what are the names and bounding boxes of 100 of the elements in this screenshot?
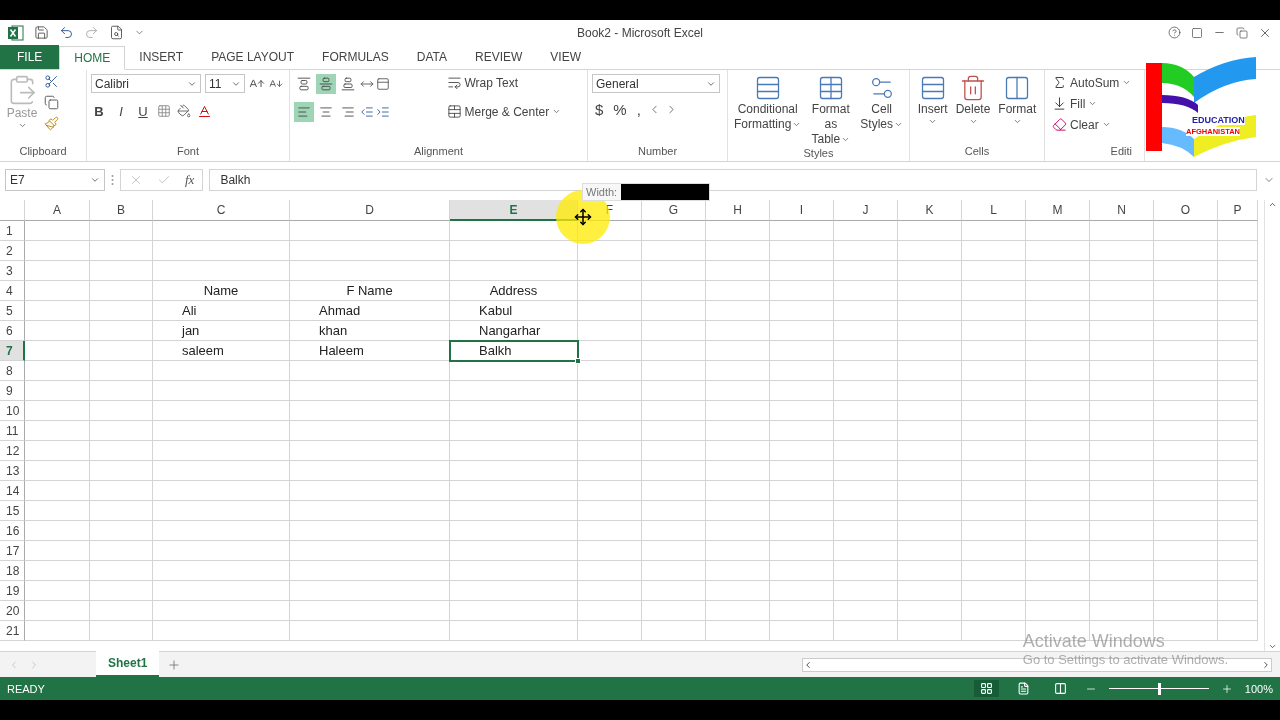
bold-button[interactable]: B (91, 101, 107, 121)
table-cell[interactable] (578, 381, 642, 401)
table-cell[interactable] (1090, 221, 1154, 241)
row-header[interactable]: 8 (0, 361, 25, 381)
table-cell[interactable] (706, 361, 770, 381)
table-cell[interactable] (90, 241, 153, 261)
table-cell[interactable] (450, 461, 578, 481)
table-cell[interactable] (290, 421, 450, 441)
row-header[interactable]: 5 (0, 301, 25, 321)
table-cell[interactable] (450, 241, 578, 261)
ribbon-tab[interactable]: REVIEW (461, 45, 537, 69)
table-cell[interactable] (290, 401, 450, 421)
table-cell[interactable] (770, 441, 834, 461)
scroll-right-icon[interactable] (1261, 659, 1271, 670)
table-cell[interactable] (25, 461, 90, 481)
table-cell[interactable] (450, 581, 578, 601)
table-cell[interactable] (153, 221, 290, 241)
table-cell[interactable] (450, 621, 578, 641)
table-cell[interactable] (1026, 521, 1090, 541)
table-cell[interactable] (706, 521, 770, 541)
increase-indent-icon[interactable] (376, 105, 390, 119)
table-cell[interactable] (706, 401, 770, 421)
table-cell[interactable] (1154, 341, 1218, 361)
ribbon-tab[interactable]: HOME (59, 46, 126, 70)
table-cell[interactable] (962, 261, 1026, 281)
table-cell[interactable] (706, 461, 770, 481)
table-cell[interactable] (1090, 561, 1154, 581)
table-cell[interactable] (25, 561, 90, 581)
table-cell[interactable] (642, 401, 706, 421)
table-cell[interactable] (898, 381, 962, 401)
table-cell[interactable] (25, 621, 90, 641)
table-cell[interactable] (898, 421, 962, 441)
table-cell[interactable] (642, 381, 706, 401)
row-header[interactable]: 16 (0, 521, 25, 541)
sheet-tab[interactable]: Sheet1 (96, 651, 160, 677)
table-cell[interactable] (962, 561, 1026, 581)
table-cell[interactable] (90, 301, 153, 321)
table-cell[interactable] (898, 281, 962, 301)
table-cell[interactable] (90, 541, 153, 561)
table-cell[interactable] (578, 321, 642, 341)
table-cell[interactable] (1154, 241, 1218, 261)
table-cell[interactable] (1154, 461, 1218, 481)
table-cell[interactable] (25, 421, 90, 441)
editing-button[interactable]: Fill (1049, 95, 1101, 112)
save-icon[interactable] (34, 25, 49, 40)
table-cell[interactable] (1154, 221, 1218, 241)
table-cell[interactable] (25, 281, 90, 301)
table-cell[interactable] (770, 561, 834, 581)
table-cell[interactable] (578, 501, 642, 521)
row-header[interactable]: 19 (0, 581, 25, 601)
table-cell[interactable] (1218, 321, 1258, 341)
table-cell[interactable] (898, 441, 962, 461)
table-cell[interactable] (1090, 481, 1154, 501)
table-cell[interactable] (642, 221, 706, 241)
table-cell[interactable] (898, 261, 962, 281)
paintbrush-icon[interactable] (44, 116, 59, 131)
table-cell[interactable] (1026, 381, 1090, 401)
vertical-align-button[interactable] (316, 74, 336, 94)
row-header[interactable]: 17 (0, 541, 25, 561)
table-cell[interactable] (642, 581, 706, 601)
table-cell[interactable] (25, 601, 90, 621)
table-cell[interactable] (642, 561, 706, 581)
table-cell[interactable] (898, 321, 962, 341)
table-cell[interactable] (962, 481, 1026, 501)
row-header[interactable]: 3 (0, 261, 25, 281)
table-cell[interactable] (1026, 341, 1090, 361)
table-cell[interactable] (706, 621, 770, 641)
table-cell[interactable] (290, 521, 450, 541)
table-cell[interactable] (578, 541, 642, 561)
table-cell[interactable] (898, 481, 962, 501)
table-cell[interactable] (25, 401, 90, 421)
table-cell[interactable] (1218, 341, 1258, 361)
table-cell[interactable] (770, 421, 834, 441)
table-cell[interactable] (1090, 381, 1154, 401)
table-cell[interactable] (642, 461, 706, 481)
table-cell[interactable] (642, 281, 706, 301)
table-cell[interactable] (770, 541, 834, 561)
wrap-text-button[interactable]: Wrap Text (443, 74, 522, 91)
table-cell[interactable] (1154, 501, 1218, 521)
table-cell[interactable] (834, 381, 898, 401)
table-cell[interactable] (1090, 361, 1154, 381)
table-cell[interactable] (90, 281, 153, 301)
table-cell[interactable] (1154, 401, 1218, 421)
table-cell[interactable] (578, 341, 642, 361)
view-button[interactable] (973, 680, 999, 697)
table-cell[interactable] (1218, 441, 1258, 461)
table-cell[interactable] (898, 541, 962, 561)
ribbon-tab[interactable]: INSERT (125, 45, 198, 69)
column-header[interactable]: J (834, 200, 898, 221)
row-header[interactable]: 4 (0, 281, 25, 301)
table-cell[interactable] (1026, 261, 1090, 281)
table-cell[interactable] (153, 361, 290, 381)
table-cell[interactable] (1218, 481, 1258, 501)
cells-button[interactable]: Delete (953, 74, 993, 145)
cut-icon[interactable] (44, 74, 59, 89)
table-cell[interactable] (898, 361, 962, 381)
table-cell[interactable]: khan (290, 321, 450, 341)
table-cell[interactable] (962, 541, 1026, 561)
table-cell[interactable] (1218, 361, 1258, 381)
table-cell[interactable] (770, 241, 834, 261)
